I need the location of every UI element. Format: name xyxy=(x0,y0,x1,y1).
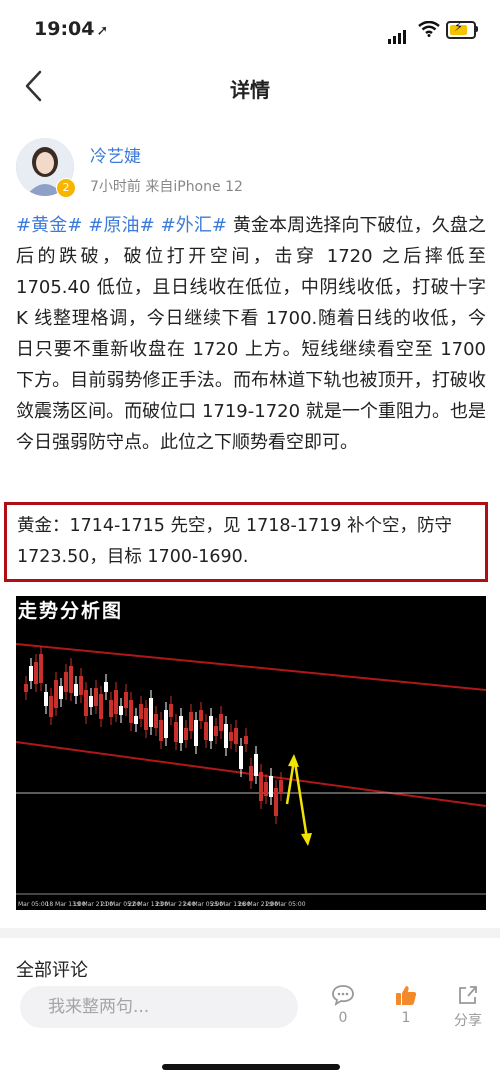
candle-body xyxy=(274,788,278,816)
callout-text: 黄金：1714-1715 先空，见 1718-1719 补个空，防守 1723.… xyxy=(17,516,452,567)
candle-body xyxy=(89,696,93,707)
candle-body xyxy=(224,724,228,748)
x-tick-label: 29 Mar 05:00 xyxy=(266,901,306,908)
share-label: 分享 xyxy=(454,1013,482,1029)
candlestick-chart: Mar 05:0018 Mar 13:0019 Mar 21:0021 Mar … xyxy=(16,643,486,908)
x-tick-label: Mar 05:00 xyxy=(18,901,49,908)
candle-body xyxy=(149,698,153,727)
thumbs-up-icon xyxy=(396,986,417,1005)
candle-body xyxy=(114,690,118,714)
candle-body xyxy=(129,700,133,723)
chart-title: 走势分析图 xyxy=(18,600,124,622)
candle-body xyxy=(79,676,83,695)
candle-body xyxy=(234,728,238,744)
candle-body xyxy=(29,666,33,681)
candle-body xyxy=(139,704,143,719)
candle-body xyxy=(154,714,158,728)
candle-body xyxy=(104,682,108,692)
comment-icon xyxy=(332,985,354,1006)
wifi-icon xyxy=(418,20,440,41)
section-divider xyxy=(0,928,500,938)
status-time: 19:04 ➚ xyxy=(34,18,109,40)
status-bar: 19:04 ➚ ⚡ xyxy=(0,0,500,60)
candle-body xyxy=(199,710,203,721)
tag-oil[interactable]: #原油# xyxy=(88,215,154,236)
share-button[interactable]: 分享 xyxy=(443,984,493,1030)
candle-body xyxy=(49,696,53,717)
post-content: #黄金# #原油# #外汇# 黄金本周选择向下破位，久盘之后的跌破，破位打开空间… xyxy=(16,210,486,458)
candle-body xyxy=(24,684,28,692)
candle-body xyxy=(134,716,138,724)
post-body: 黄金本周选择向下破位，久盘之后的跌破，破位打开空间，击穿 1720 之后摔低至 … xyxy=(16,215,487,453)
candle-body xyxy=(204,722,208,740)
candle-body xyxy=(219,714,223,731)
like-button[interactable]: 1 xyxy=(381,984,431,1026)
signal-icon xyxy=(388,25,408,44)
candle-body xyxy=(84,690,88,716)
page-title: 详情 xyxy=(230,78,270,102)
candle-body xyxy=(184,728,188,740)
candle-body xyxy=(54,680,58,708)
up-arrow-line xyxy=(285,759,296,805)
comment-count: 0 xyxy=(338,1010,348,1026)
candle-body xyxy=(244,736,248,744)
nav-bar: 详情 xyxy=(0,60,500,114)
candle-body xyxy=(74,684,78,696)
candle-body xyxy=(159,720,163,741)
candle-body xyxy=(169,704,173,717)
candle-body xyxy=(229,732,233,741)
candle-body xyxy=(264,782,268,796)
candle-body xyxy=(194,720,198,746)
candle-body xyxy=(94,688,98,706)
candle-body xyxy=(119,706,123,715)
candle-body xyxy=(239,746,243,769)
share-icon xyxy=(459,986,477,1004)
tag-gold[interactable]: #黄金# xyxy=(16,215,82,236)
candle-body xyxy=(259,772,263,801)
candle-body xyxy=(69,666,73,693)
tag-forex[interactable]: #外汇# xyxy=(161,215,227,236)
author-name[interactable]: 冷艺婕 xyxy=(90,142,141,167)
candle-body xyxy=(189,712,193,731)
like-count: 1 xyxy=(401,1010,411,1026)
candle-body xyxy=(34,662,38,684)
candle-body xyxy=(269,776,273,797)
up-arrow-head xyxy=(288,754,299,767)
candle-body xyxy=(44,692,48,706)
comment-input[interactable]: 我来整两句... xyxy=(20,986,298,1028)
candle-body xyxy=(124,692,128,708)
candle-body xyxy=(144,708,148,730)
trade-callout: 黄金：1714-1715 先空，见 1718-1719 补个空，防守 1723.… xyxy=(4,502,488,582)
candle-body xyxy=(59,686,63,699)
candle-body xyxy=(254,754,258,776)
candle-body xyxy=(164,710,168,738)
battery-icon: ⚡ xyxy=(446,20,476,39)
candle-body xyxy=(209,716,213,741)
candle-body xyxy=(99,694,103,719)
candle-body xyxy=(214,726,218,736)
candle-body xyxy=(109,700,113,717)
comments-title: 全部评论 xyxy=(16,960,88,981)
home-indicator xyxy=(162,1064,340,1070)
author-header: 2 冷艺婕 7小时前 来自iPhone 12 xyxy=(16,138,486,198)
candle-body xyxy=(249,766,253,781)
post-meta: 7小时前 来自iPhone 12 xyxy=(90,179,243,195)
candle-body xyxy=(39,654,43,683)
candle-body xyxy=(279,780,283,793)
comment-button[interactable]: 0 xyxy=(318,984,368,1026)
down-arrow-line xyxy=(293,761,309,840)
level-badge: 2 xyxy=(56,178,76,198)
candle-body xyxy=(64,672,68,692)
location-icon: ➚ xyxy=(96,23,109,39)
down-arrow-head xyxy=(301,833,312,846)
analysis-chart-image[interactable]: Mar 05:00 18 Mar 13:00 19 Mar 21:00 21 Mar … xyxy=(16,596,486,910)
candle-body xyxy=(174,722,178,742)
candle-body xyxy=(179,716,183,743)
